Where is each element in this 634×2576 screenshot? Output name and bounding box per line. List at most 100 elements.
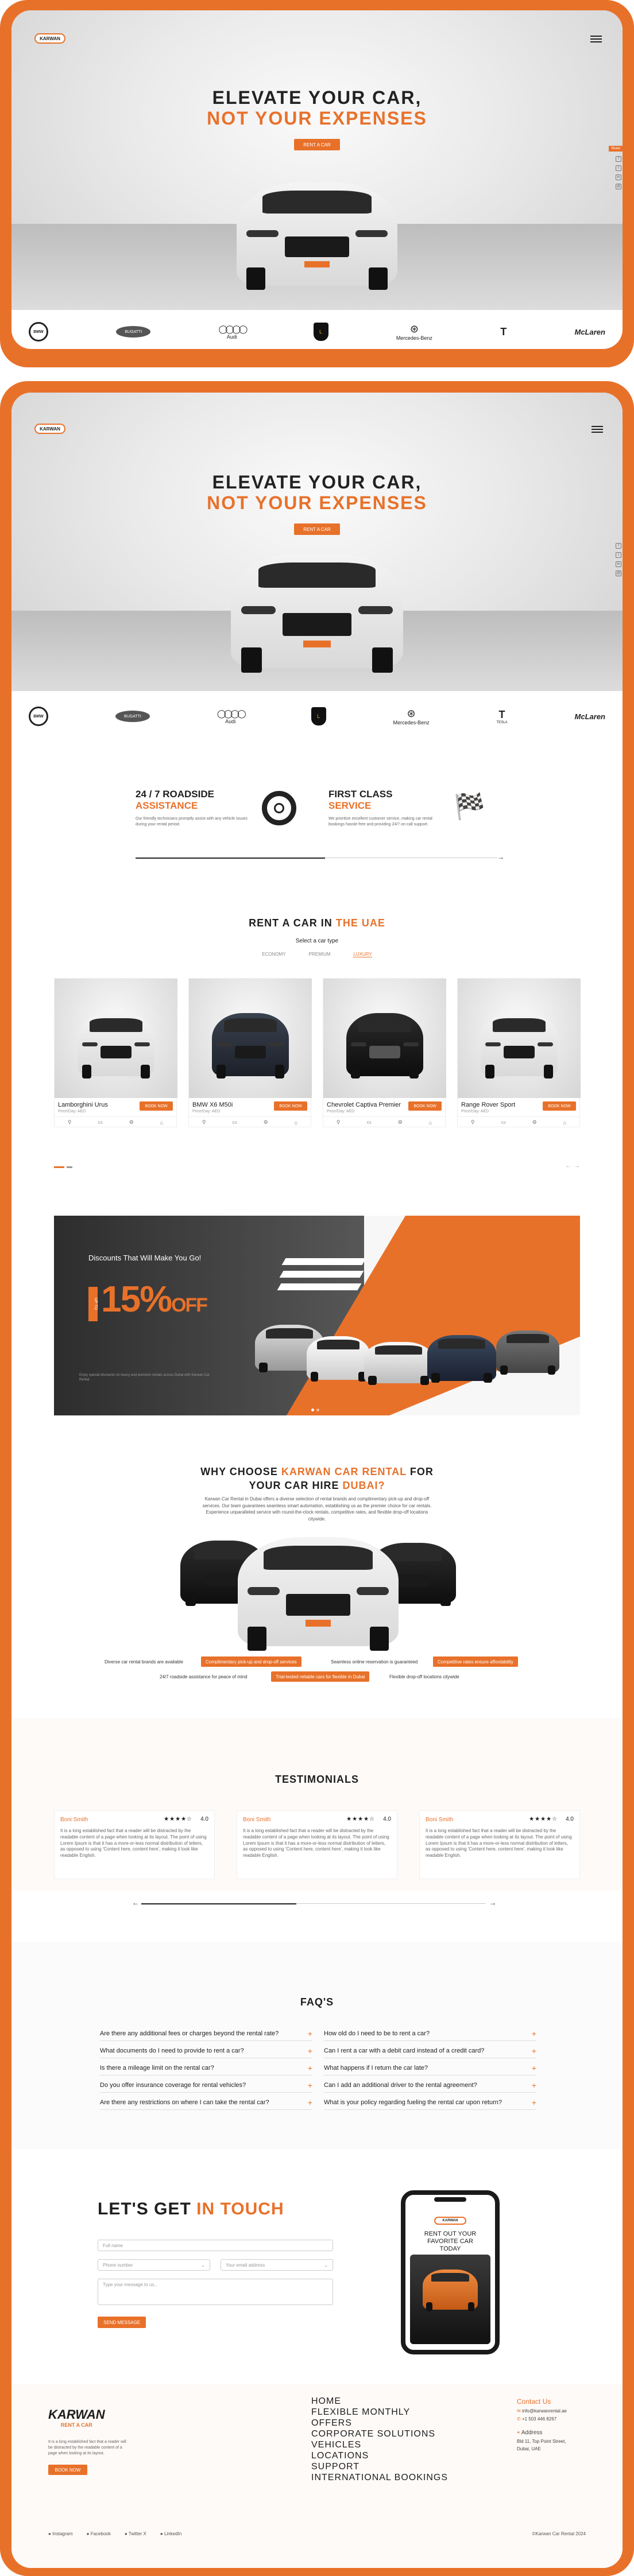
tab-premium[interactable]: PREMIUM	[309, 952, 331, 957]
copyright: ©Karwan Car Rental 2024	[532, 2531, 586, 2536]
linkedin-icon[interactable]: in	[616, 561, 621, 567]
book-now-button[interactable]: BOOK NOW	[543, 1101, 576, 1111]
preview-hero-line1: ELEVATE YOUR CAR,	[212, 87, 422, 108]
faq-item[interactable]: How old do I need to be to rent a car? +	[324, 2026, 536, 2041]
preview-cta-button[interactable]: RENT A CAR	[294, 139, 340, 150]
rating-value: 4.0	[383, 1816, 391, 1822]
why-text: Karwan Car Rental in Dubai offers a dive…	[202, 1496, 432, 1522]
menu-icon[interactable]	[592, 426, 603, 433]
phone-field[interactable]: Phone number ⌄	[98, 2259, 210, 2271]
seat-icon: ⚲	[67, 1119, 72, 1125]
preview-logo[interactable]: KARWAN	[34, 33, 65, 44]
linkedin-link[interactable]: ● LinkedIn	[160, 2531, 181, 2536]
mail-icon[interactable]: @	[616, 571, 621, 576]
prev-arrow-icon[interactable]: ←	[132, 1899, 139, 1907]
footer-book-button[interactable]: BOOK NOW	[48, 2465, 87, 2475]
facebook-link[interactable]: ● Facebook	[87, 2531, 111, 2536]
promo-car	[496, 1330, 559, 1375]
next-arrow-icon[interactable]: →	[497, 853, 504, 861]
linkedin-icon[interactable]: in	[616, 174, 621, 180]
book-now-button[interactable]: BOOK NOW	[140, 1101, 173, 1111]
faq-item[interactable]: Can I rent a car with a debit card inste…	[324, 2043, 536, 2058]
footer-link[interactable]: SUPPORT	[311, 2461, 448, 2472]
faq-item[interactable]: Are there any additional fees or charges…	[100, 2026, 312, 2041]
twitter-link[interactable]: ● Twitter X	[125, 2531, 146, 2536]
promo-percent: 15%OFF	[101, 1278, 208, 1320]
book-now-button[interactable]: BOOK NOW	[408, 1101, 442, 1111]
faq-item[interactable]: Are there any restrictions on where I ca…	[100, 2095, 312, 2110]
brand-logo: BMW	[29, 707, 48, 726]
brand-logo: ⊛ Mercedes-Benz	[396, 323, 432, 341]
testimonial-card: Boni Smith ★★★★☆ 4.0 It is a long establ…	[419, 1810, 580, 1879]
car-spec-icons: ⚲ ▭ ⚙ ⌂	[55, 1116, 176, 1128]
review-text: It is a long established fact that a rea…	[426, 1828, 572, 1859]
reviewer-name: Boni Smith	[243, 1817, 271, 1823]
brand-logo: ◯◯◯◯ Audi	[217, 708, 246, 724]
faq-item[interactable]: What is your policy regarding fueling th…	[324, 2095, 536, 2110]
footer-link-home[interactable]: HOME	[311, 2396, 448, 2407]
rating-value: 4.0	[566, 1816, 574, 1822]
share-links: f t in @	[614, 543, 623, 576]
reviewer-name: Boni Smith	[426, 1817, 454, 1823]
faq-item[interactable]: What documents do I need to provide to r…	[100, 2043, 312, 2058]
hero-line1: ELEVATE YOUR CAR,	[212, 472, 422, 492]
preview-brand-row: BMW BUGATTI ◯◯◯◯ Audi L ⊛ Mercedes-Benz T …	[29, 320, 605, 343]
email-field[interactable]: Your email address ⌄	[221, 2259, 333, 2271]
instagram-link[interactable]: ● Instagram	[48, 2531, 73, 2536]
hero-line2: NOT YOUR EXPENSES	[207, 492, 427, 513]
car-name: Lamborghini Urus	[58, 1101, 108, 1108]
tab-luxury[interactable]: LUXURY	[353, 952, 372, 957]
footer-social: ● Instagram ● Facebook ● Twitter X ● Lin…	[48, 2531, 181, 2536]
hero-cta-button[interactable]: RENT A CAR	[294, 523, 340, 535]
faq-title: FAQ'S	[300, 1996, 334, 2008]
twitter-icon[interactable]: t	[616, 165, 621, 171]
car-price: Price/Day: AED	[327, 1109, 355, 1114]
seat-icon: ⚲	[470, 1119, 475, 1125]
faq-item[interactable]: Is there a mileage limit on the rental c…	[100, 2061, 312, 2075]
share-tab[interactable]: Share	[608, 146, 623, 152]
footer-link[interactable]: CORPORATE SOLUTIONS	[311, 2428, 448, 2439]
why-title: WHY CHOOSE KARWAN CAR RENTAL FOR YOUR CA…	[200, 1466, 434, 1491]
carousel-dots	[54, 1166, 72, 1168]
mail-icon[interactable]: @	[616, 184, 621, 189]
footer-link[interactable]: OFFERS	[311, 2418, 448, 2428]
car-spec-icons: ⚲ ▭ ⚙ ⌂	[458, 1116, 579, 1128]
page-frame: KARWAN ELEVATE YOUR CAR, NOT YOUR EXPENS…	[0, 381, 634, 2576]
faq-item[interactable]: What happens if I return the car late? +	[324, 2061, 536, 2075]
faq-item[interactable]: Can I add an additional driver to the re…	[324, 2078, 536, 2093]
footer-logo[interactable]: KARWAN RENT A CAR	[48, 2407, 105, 2428]
car-price: Price/Day: AED	[461, 1109, 489, 1114]
footer-link[interactable]: VEHICLES	[311, 2439, 448, 2450]
car-card[interactable]: BMW X6 M50i Price/Day: AED BOOK NOW ⚲ ▭ ⚙ ⌂	[188, 978, 312, 1127]
twitter-icon[interactable]: t	[616, 552, 621, 558]
send-message-button[interactable]: SEND MESSAGE	[98, 2317, 146, 2328]
car-name: BMW X6 M50i	[192, 1101, 233, 1108]
door-icon: ⌂	[294, 1119, 298, 1126]
book-now-button[interactable]: BOOK NOW	[274, 1101, 307, 1111]
footer-link[interactable]: FLEXIBLE MONTHLY	[311, 2407, 448, 2418]
footer-phone[interactable]: ✆ +1 503 446 8267	[517, 2415, 580, 2423]
footer-link[interactable]: INTERNATIONAL BOOKINGS	[311, 2472, 448, 2483]
footer-link[interactable]: LOCATIONS	[311, 2450, 448, 2461]
facebook-icon[interactable]: f	[616, 156, 621, 162]
car-card[interactable]: Chevrolet Captiva Premier Price/Day: AED…	[323, 978, 446, 1127]
contact-title: LET'S GET IN TOUCH	[98, 2199, 284, 2218]
car-card[interactable]: Range Rover Sport Price/Day: AED BOOK NO…	[457, 978, 581, 1128]
carousel-arrows[interactable]: ← →	[565, 1163, 580, 1169]
footer-email[interactable]: ✉ info@karwanrental.ae	[517, 2407, 580, 2415]
car-card[interactable]: Lamborghini Urus Price/Day: AED BOOK NOW…	[54, 978, 177, 1127]
tab-economy[interactable]: ECONOMY	[262, 952, 285, 957]
name-field[interactable]: Full name	[98, 2240, 333, 2251]
door-icon: ⌂	[160, 1119, 164, 1126]
phone-mockup: KARWAN RENT OUT YOUR FAVORITE CAR TODAY	[401, 2190, 500, 2354]
faq-item[interactable]: Do you offer insurance coverage for rent…	[100, 2078, 312, 2093]
site-logo[interactable]: KARWAN	[34, 424, 65, 434]
car-name: Range Rover Sport	[461, 1101, 516, 1108]
menu-icon[interactable]	[590, 36, 602, 42]
brand-logo: McLaren	[574, 327, 605, 336]
promo-fine-print: Enjoy special discounts on luxury and pr…	[79, 1374, 210, 1382]
why-car-center	[238, 1537, 399, 1651]
message-field[interactable]: Type your message to us...	[98, 2279, 333, 2305]
next-arrow-icon[interactable]: →	[489, 1899, 496, 1907]
facebook-icon[interactable]: f	[616, 543, 621, 549]
